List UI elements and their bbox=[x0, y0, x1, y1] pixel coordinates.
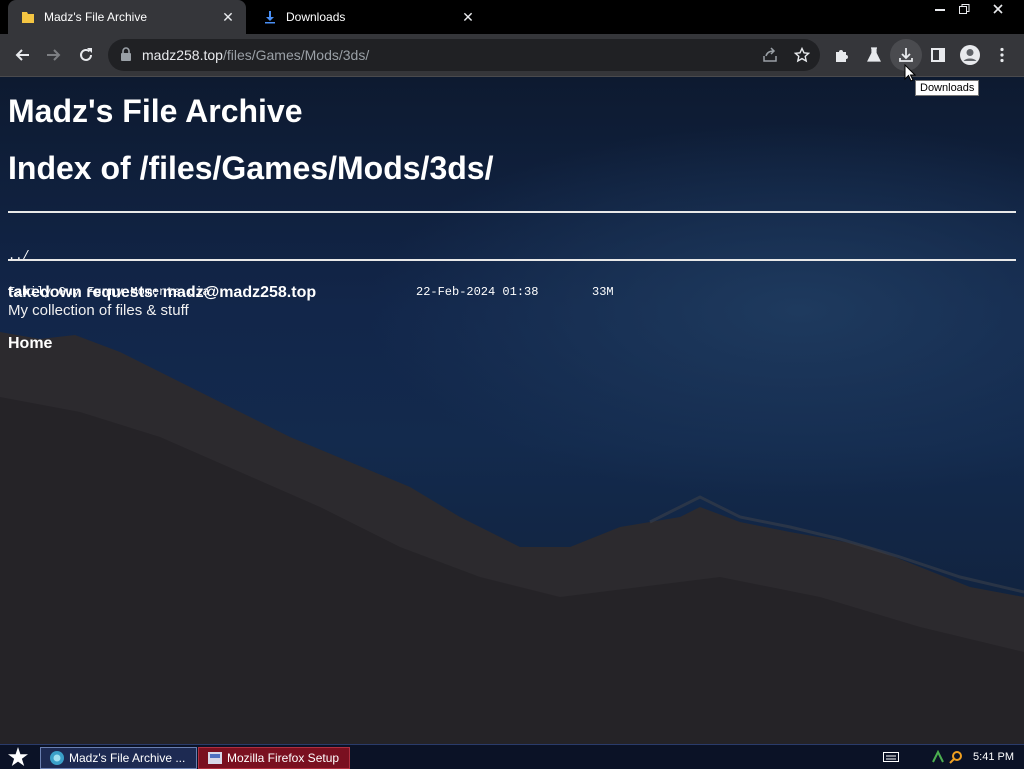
keyboard-icon[interactable] bbox=[883, 751, 900, 763]
downloads-tooltip: Downloads bbox=[915, 80, 980, 96]
bookmark-button[interactable] bbox=[786, 39, 818, 71]
share-button[interactable] bbox=[754, 39, 786, 71]
profile-button[interactable] bbox=[954, 39, 986, 71]
mouse-cursor-icon bbox=[904, 64, 916, 82]
tab-madz-file-archive[interactable]: Madz's File Archive ✕ bbox=[8, 0, 246, 34]
back-button[interactable] bbox=[6, 39, 38, 71]
web-page: Madz's File Archive Index of /files/Game… bbox=[0, 77, 1024, 744]
extensions-button[interactable] bbox=[826, 39, 858, 71]
clock[interactable]: 5:41 PM bbox=[973, 751, 1014, 763]
site-title: Madz's File Archive bbox=[8, 93, 303, 129]
download-icon bbox=[899, 48, 913, 62]
divider bbox=[8, 259, 1016, 261]
kebab-menu-icon bbox=[1000, 47, 1004, 63]
puzzle-icon bbox=[836, 50, 848, 62]
tab-title: Downloads bbox=[286, 10, 346, 24]
parent-directory-link[interactable]: ../ bbox=[8, 250, 30, 263]
close-tab-icon[interactable]: ✕ bbox=[218, 7, 238, 27]
url-path: /files/Games/Mods/3ds/ bbox=[222, 47, 370, 63]
taskbar: Madz's File Archive ... Mozilla Firefox … bbox=[0, 744, 1024, 769]
forward-button[interactable] bbox=[38, 39, 70, 71]
address-bar[interactable]: madz258.top/files/Games/Mods/3ds/ bbox=[108, 39, 820, 71]
close-window-button[interactable] bbox=[976, 0, 1020, 18]
browser-toolbar: madz258.top/files/Games/Mods/3ds/ bbox=[0, 34, 1024, 77]
restore-button[interactable] bbox=[952, 0, 976, 18]
reload-button[interactable] bbox=[70, 39, 102, 71]
side-panel-button[interactable] bbox=[922, 39, 954, 71]
download-icon bbox=[262, 9, 278, 25]
system-tray: 5:41 PM bbox=[883, 747, 1014, 767]
installer-icon bbox=[208, 752, 222, 764]
url-host: madz258.top bbox=[142, 47, 223, 63]
takedown-notice: takedown requests: madz@madz258.top bbox=[8, 284, 317, 301]
minimize-button[interactable] bbox=[928, 0, 952, 18]
taskbar-item-label: Mozilla Firefox Setup bbox=[227, 751, 340, 765]
start-button[interactable] bbox=[6, 746, 30, 768]
avatar-icon bbox=[960, 45, 980, 65]
tab-strip: Madz's File Archive ✕ Downloads ✕ bbox=[0, 0, 1024, 34]
close-tab-icon[interactable]: ✕ bbox=[458, 7, 478, 27]
file-date: 22-Feb-2024 01:38 bbox=[416, 285, 539, 299]
reload-icon bbox=[80, 48, 92, 61]
divider bbox=[8, 211, 1016, 213]
flask-icon bbox=[867, 47, 881, 62]
index-title: Index of /files/Games/Mods/3ds/ bbox=[8, 150, 494, 186]
search-icon[interactable] bbox=[949, 750, 963, 764]
labs-button[interactable] bbox=[858, 39, 890, 71]
star-icon bbox=[794, 47, 810, 63]
taskbar-item-browser[interactable]: Madz's File Archive ... bbox=[40, 747, 197, 769]
network-icon[interactable] bbox=[931, 750, 945, 764]
taskbar-item-firefox-setup[interactable]: Mozilla Firefox Setup bbox=[198, 747, 350, 769]
folder-icon bbox=[20, 9, 36, 25]
tab-title: Madz's File Archive bbox=[44, 10, 147, 24]
taskbar-item-label: Madz's File Archive ... bbox=[69, 751, 186, 765]
arrow-right-icon bbox=[47, 49, 61, 61]
side-panel-icon bbox=[931, 48, 945, 62]
star-logo-icon bbox=[8, 747, 28, 766]
home-link[interactable]: Home bbox=[8, 335, 52, 353]
site-description: My collection of files & stuff bbox=[8, 302, 189, 319]
arrow-left-icon bbox=[15, 49, 29, 61]
tab-downloads[interactable]: Downloads ✕ bbox=[250, 0, 486, 34]
menu-button[interactable] bbox=[986, 39, 1018, 71]
url-text[interactable]: madz258.top/files/Games/Mods/3ds/ bbox=[142, 47, 369, 63]
file-size: 33M bbox=[592, 285, 614, 299]
share-icon bbox=[763, 47, 777, 62]
lock-icon[interactable] bbox=[120, 47, 132, 66]
browser-icon bbox=[50, 751, 64, 765]
